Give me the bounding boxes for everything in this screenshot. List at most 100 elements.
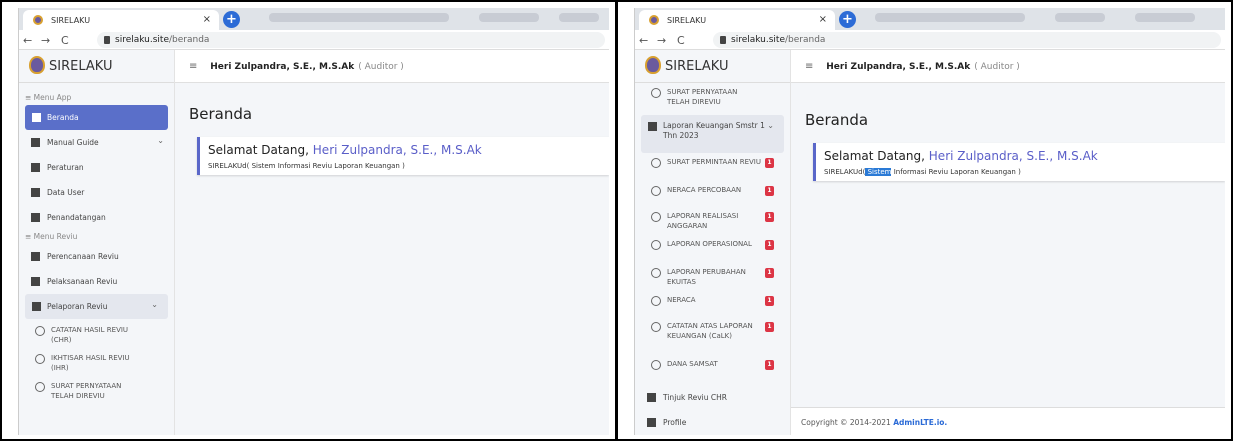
brand-text: SIRELAKU (665, 59, 729, 74)
sidebar-subitem-label: SURAT PERNYATAAN TELAH DIREVIU (51, 382, 122, 400)
sidebar-item-penandatangan[interactable]: Penandatangan (19, 205, 174, 230)
reload-icon[interactable]: C (61, 34, 69, 47)
page-title: Beranda (189, 105, 253, 123)
sidebar-subitem-spr[interactable]: SURAT PERNYATAAN TELAH DIREVIU (19, 381, 174, 409)
sidebar-item-laporan-keuangan[interactable]: Laporan Keuangan Smstr 1 Thn 2023 ⌄ (641, 115, 784, 153)
user-name: Heri Zulpandra, S.E., M.S.Ak (210, 62, 355, 72)
url-input[interactable]: sirelaku.site/beranda (713, 32, 1221, 48)
back-arrow-icon[interactable]: ← (639, 34, 648, 47)
new-tab-button[interactable]: + (223, 11, 240, 28)
welcome-heading: Selamat Datang, Heri Zulpandra, S.E., M.… (208, 143, 609, 157)
sidebar-subitem-lo[interactable]: LAPORAN OPERASIONAL 1 (635, 239, 790, 267)
browser-tabbar: SIRELAKU × + (19, 8, 609, 30)
sidebar: SIRELAKU SURAT PERNYATAAN TELAH DIREVIU … (635, 50, 791, 435)
new-tab-button[interactable]: + (839, 11, 856, 28)
url-path: /beranda (169, 35, 210, 45)
user-role: ( Auditor ) (974, 62, 1020, 72)
url-input[interactable]: sirelaku.site/beranda (97, 32, 605, 48)
bookmark-icon (31, 163, 40, 172)
sidebar-item-label: Perencanaan Reviu (47, 252, 119, 261)
menu-toggle-icon[interactable]: ≡ (805, 61, 813, 72)
count-badge: 1 (765, 268, 774, 278)
footer-copyright: Copyright © 2014-2021 (801, 418, 891, 427)
circle-icon (35, 354, 45, 364)
sidebar-item-label: Beranda (47, 113, 79, 122)
sidebar-subitem-spr[interactable]: SURAT PERNYATAAN TELAH DIREVIU (635, 87, 790, 115)
count-badge: 1 (765, 322, 774, 332)
sidebar-item-label: Peraturan (47, 163, 84, 172)
welcome-sub-end: Informasi Reviu Laporan Keuangan ) (891, 168, 1021, 176)
menu-header-reviu: ≡ Menu Reviu (25, 232, 78, 241)
sidebar-item-pelaporan[interactable]: Pelaporan Reviu ⌄ (25, 294, 168, 319)
sidebar-subitem-label: LAPORAN REALISASI ANGGARAN (667, 212, 739, 230)
favicon-icon (33, 15, 43, 25)
sidebar-subitem-lpe[interactable]: LAPORAN PERUBAHAN EKUITAS 1 (635, 267, 790, 295)
browser-tab[interactable]: SIRELAKU × (639, 10, 835, 30)
left-screenshot-panel: SIRELAKU × + ← → C sirelaku.site/beranda… (2, 2, 615, 439)
url-host: sirelaku.site (115, 35, 169, 45)
forward-arrow-icon[interactable]: → (41, 34, 50, 47)
top-navbar: ≡ Heri Zulpandra, S.E., M.S.Ak( Auditor … (175, 50, 609, 83)
sidebar-item-perencanaan[interactable]: Perencanaan Reviu (19, 244, 174, 269)
browser-window: SIRELAKU × + ← → C sirelaku.site/beranda… (634, 8, 1225, 435)
sidebar-subitem-neraca[interactable]: NERACA 1 (635, 295, 790, 321)
main-content: ≡ Heri Zulpandra, S.E., M.S.Ak ( Auditor … (791, 50, 1225, 435)
browser-window: SIRELAKU × + ← → C sirelaku.site/beranda… (18, 8, 609, 435)
footer-link[interactable]: AdminLTE.io. (893, 418, 947, 427)
welcome-subtitle: SIRELAKUd( Sistem Informasi Reviu Lapora… (824, 167, 1225, 177)
blurred-tab (1135, 13, 1195, 22)
blurred-tab (269, 13, 449, 22)
welcome-card: Selamat Datang, Heri Zulpandra, S.E., M.… (197, 137, 609, 175)
blurred-tab (559, 13, 599, 22)
menu-toggle-icon[interactable]: ≡ (189, 61, 197, 72)
url-path: /beranda (785, 35, 826, 45)
url-host: sirelaku.site (731, 35, 785, 45)
blurred-tab (1055, 13, 1105, 22)
welcome-user-name: Heri Zulpandra, S.E., M.S.Ak (928, 149, 1098, 163)
sidebar-subitem-lra[interactable]: LAPORAN REALISASI ANGGARAN 1 (635, 211, 790, 239)
circle-icon (651, 240, 661, 250)
circle-icon (651, 212, 661, 222)
sidebar-subitem-neraca-percobaan[interactable]: NERACA PERCOBAAN 1 (635, 185, 790, 211)
sidebar-item-manual-guide[interactable]: Manual Guide ⌄ (19, 130, 174, 155)
forward-arrow-icon[interactable]: → (657, 34, 666, 47)
tab-close-icon[interactable]: × (203, 14, 211, 25)
sidebar-item-label: Data User (47, 188, 85, 197)
image-icon (647, 393, 656, 402)
sidebar-item-pelaksanaan[interactable]: Pelaksanaan Reviu (19, 269, 174, 294)
sidebar-subitem-chr[interactable]: CATATAN HASIL REVIU (CHR) (19, 325, 174, 353)
footer: Copyright © 2014-2021 AdminLTE.io. (791, 407, 1225, 435)
sidebar-subitem-label: LAPORAN PERUBAHAN EKUITAS (667, 268, 746, 286)
sidebar-item-beranda[interactable]: Beranda (25, 105, 168, 130)
sidebar-item-profile[interactable]: Profile (635, 410, 790, 435)
sidebar-subitem-calk[interactable]: CATATAN ATAS LAPORAN KEUANGAN (CaLK) 1 (635, 321, 790, 359)
sidebar-item-tinjuk[interactable]: Tinjuk Reviu CHR (635, 385, 790, 410)
circle-icon (35, 326, 45, 336)
brand[interactable]: SIRELAKU (635, 50, 790, 83)
lock-icon (720, 36, 726, 44)
sidebar-item-label: Profile (663, 418, 687, 427)
browser-tab[interactable]: SIRELAKU × (23, 10, 219, 30)
count-badge: 1 (765, 186, 774, 196)
file-icon (32, 302, 41, 311)
address-bar: ← → C sirelaku.site/beranda (19, 30, 609, 50)
sidebar-subitem-label: SURAT PERNYATAAN TELAH DIREVIU (667, 88, 738, 106)
back-arrow-icon[interactable]: ← (23, 34, 32, 47)
sidebar-subitem-label: CATATAN ATAS LAPORAN KEUANGAN (CaLK) (667, 322, 753, 340)
menu-header-app: ≡ Menu App (25, 93, 72, 102)
circle-icon (35, 382, 45, 392)
sidebar-subitem-dana-samsat[interactable]: DANA SAMSAT 1 (635, 359, 790, 385)
address-bar: ← → C sirelaku.site/beranda (635, 30, 1225, 50)
sidebar-item-data-user[interactable]: Data User (19, 180, 174, 205)
chevron-down-icon: ⌄ (157, 136, 164, 145)
sidebar-subitem-label: NERACA PERCOBAAN (667, 186, 742, 194)
chevron-down-icon: ⌄ (767, 121, 774, 130)
tab-close-icon[interactable]: × (819, 14, 827, 25)
reload-icon[interactable]: C (677, 34, 685, 47)
sidebar-item-label: Pelaksanaan Reviu (47, 277, 118, 286)
sidebar-subitem-surat-permintaan[interactable]: SURAT PERMINTAAN REVIU 1 (635, 157, 790, 185)
sidebar-item-peraturan[interactable]: Peraturan (19, 155, 174, 180)
sidebar-subitem-ihr[interactable]: IKHTISAR HASIL REVIU (IHR) (19, 353, 174, 381)
right-screenshot-panel: SIRELAKU × + ← → C sirelaku.site/beranda… (618, 2, 1231, 439)
brand[interactable]: SIRELAKU (19, 50, 174, 83)
